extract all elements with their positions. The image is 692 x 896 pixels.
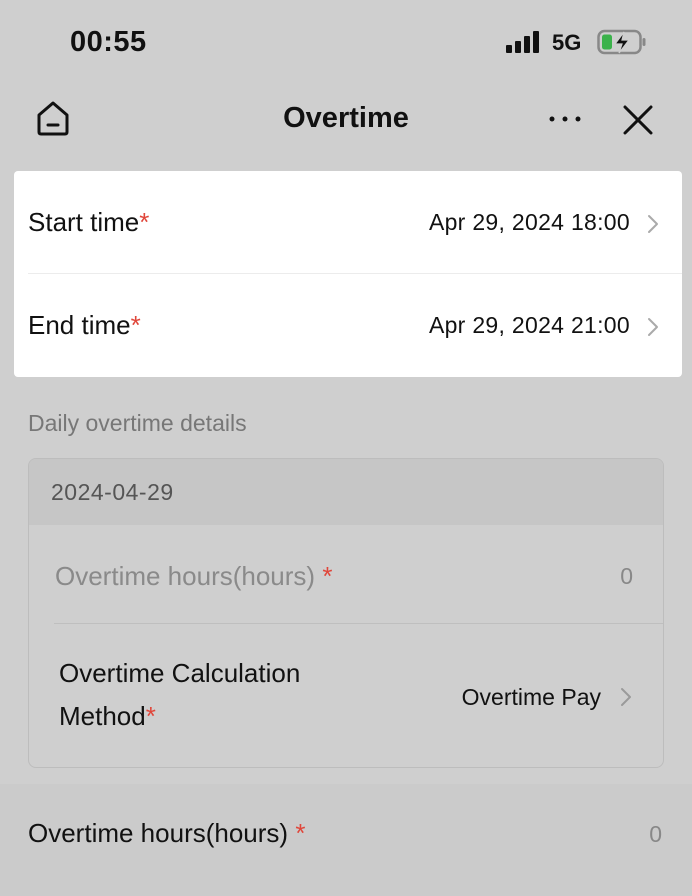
end-time-row[interactable]: End time* Apr 29, 2024 21:00 bbox=[14, 274, 682, 376]
end-time-label: End time* bbox=[28, 310, 141, 340]
daily-hours-label: Overtime hours(hours) * bbox=[55, 561, 333, 591]
network-type: 5G bbox=[552, 30, 582, 55]
time-range-card: Start time* Apr 29, 2024 18:00 End time*… bbox=[14, 171, 682, 377]
daily-hours-row: Overtime hours(hours) * 0 bbox=[29, 525, 663, 623]
day-date: 2024-04-29 bbox=[51, 479, 174, 505]
chevron-right-icon bbox=[648, 318, 658, 336]
daily-hours-value: 0 bbox=[620, 563, 633, 589]
nav-bar: Overtime bbox=[0, 84, 692, 160]
required-mark: * bbox=[295, 818, 306, 848]
start-time-value: Apr 29, 2024 18:00 bbox=[428, 209, 630, 235]
chevron-right-icon bbox=[621, 688, 631, 706]
end-time-value: Apr 29, 2024 21:00 bbox=[428, 312, 630, 338]
daily-detail-card: 2024-04-29 Overtime hours(hours) * 0 Ove… bbox=[28, 458, 664, 768]
required-mark: * bbox=[145, 701, 156, 731]
chevron-right-icon bbox=[648, 215, 658, 233]
total-hours-label: Overtime hours(hours) * bbox=[28, 818, 306, 848]
more-icon[interactable] bbox=[545, 104, 585, 134]
status-time: 00:55 bbox=[70, 26, 147, 58]
calculation-method-label: Overtime Calculation Method* bbox=[59, 658, 301, 731]
day-header: 2024-04-29 bbox=[29, 459, 663, 525]
battery-charging-icon bbox=[597, 29, 646, 55]
required-mark: * bbox=[139, 207, 150, 237]
start-time-row[interactable]: Start time* Apr 29, 2024 18:00 bbox=[14, 171, 682, 274]
status-bar: 00:55 5G bbox=[0, 0, 692, 84]
signal-icon bbox=[506, 31, 544, 53]
calculation-method-row[interactable]: Overtime Calculation Method* Overtime Pa… bbox=[29, 624, 663, 767]
total-hours-row: Overtime hours(hours) * 0 bbox=[0, 784, 692, 896]
required-mark: * bbox=[130, 310, 141, 340]
total-hours-value: 0 bbox=[649, 821, 662, 847]
page-title: Overtime bbox=[283, 102, 409, 134]
required-mark: * bbox=[322, 561, 333, 591]
daily-details-title: Daily overtime details bbox=[28, 410, 247, 436]
calculation-method-value: Overtime Pay bbox=[461, 684, 601, 710]
close-icon[interactable] bbox=[620, 102, 656, 138]
start-time-label: Start time* bbox=[28, 207, 150, 237]
